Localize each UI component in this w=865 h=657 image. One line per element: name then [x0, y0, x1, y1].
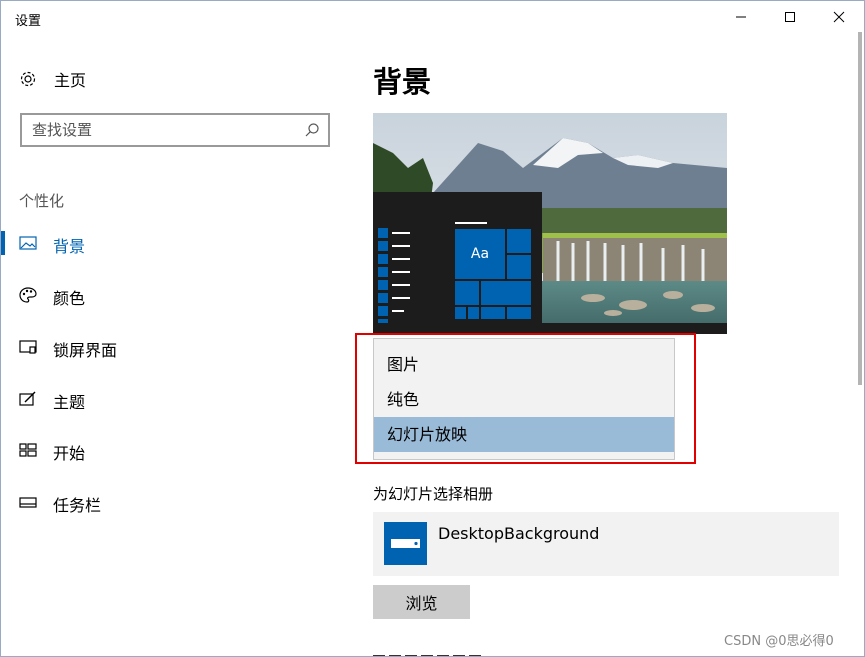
sidebar-item-background[interactable]: 背景: [1, 223, 341, 263]
start-icon: [19, 443, 37, 457]
tile: [507, 229, 531, 253]
app-list-preview: [378, 228, 410, 329]
personalization-heading: 个性化: [19, 192, 65, 210]
sidebar-item-label: 主题: [53, 393, 86, 412]
maximize-icon: [785, 12, 795, 22]
album-label: 为幻灯片选择相册: [373, 485, 494, 503]
sidebar-item-label: 开始: [53, 444, 86, 463]
home-label: 主页: [54, 71, 87, 90]
gear-icon: [20, 71, 36, 87]
dropdown-option-solid-color[interactable]: 纯色: [374, 382, 674, 417]
theme-icon: [19, 391, 36, 406]
sidebar-item-taskbar[interactable]: 任务栏: [1, 482, 341, 522]
taskbar-icon: [19, 497, 37, 508]
truncated-next-heading: [373, 647, 483, 656]
tile: [468, 307, 479, 319]
close-button[interactable]: [816, 1, 862, 33]
sidebar-item-start[interactable]: 开始: [1, 430, 341, 470]
background-preview: Aa: [373, 113, 727, 334]
background-type-dropdown[interactable]: 图片 纯色 幻灯片放映: [373, 338, 675, 460]
dropdown-option-picture[interactable]: 图片: [374, 347, 674, 382]
window-title: 设置: [15, 14, 42, 29]
tile: [455, 307, 466, 319]
minimize-icon: [736, 16, 746, 18]
picture-icon: [19, 236, 37, 250]
close-icon: [833, 11, 845, 23]
tile: [507, 307, 531, 319]
tile: [481, 281, 531, 305]
tile: [507, 255, 531, 279]
page-title: 背景: [373, 65, 432, 99]
album-name: DesktopBackground: [438, 524, 600, 543]
lock-screen-icon: [19, 340, 37, 354]
minimize-button[interactable]: [718, 1, 764, 33]
sidebar-item-themes[interactable]: 主题: [1, 379, 341, 419]
active-indicator: [1, 231, 5, 255]
sidebar-item-label: 颜色: [53, 289, 86, 308]
palette-icon: [19, 287, 37, 303]
tile: [455, 281, 479, 305]
tile-preview-text: Aa: [455, 229, 505, 279]
dropdown-option-slideshow[interactable]: 幻灯片放映: [374, 417, 674, 452]
sidebar-item-label: 任务栏: [53, 496, 102, 515]
folder-thumbnail: [384, 522, 427, 565]
watermark: CSDN @0思必得0: [724, 634, 834, 649]
scrollbar-thumb[interactable]: [858, 32, 862, 385]
sidebar-item-label: 锁屏界面: [53, 341, 118, 360]
sidebar-item-label: 背景: [53, 237, 86, 256]
search-icon[interactable]: [304, 122, 320, 138]
maximize-button[interactable]: [767, 1, 813, 33]
album-folder-item[interactable]: DesktopBackground: [373, 512, 839, 576]
search-input[interactable]: [32, 121, 302, 139]
group-label-bar: [455, 222, 487, 224]
folder-icon: [391, 539, 420, 548]
settings-window: 设置 主页 个性化 背景 颜色: [0, 0, 865, 657]
search-box[interactable]: [20, 113, 330, 147]
sidebar-item-colors[interactable]: 颜色: [1, 275, 341, 315]
sidebar-item-lock-screen[interactable]: 锁屏界面: [1, 327, 341, 367]
home-nav[interactable]: 主页: [19, 67, 86, 91]
browse-button[interactable]: 浏览: [373, 585, 470, 619]
tile: [481, 307, 505, 319]
start-menu-preview: Aa: [373, 192, 542, 329]
